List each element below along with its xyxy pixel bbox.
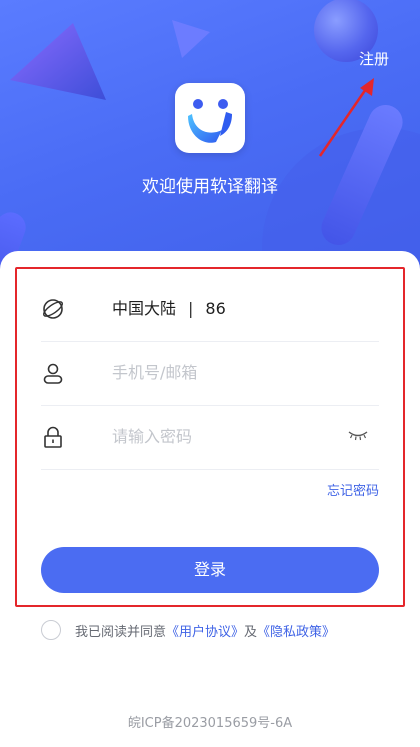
privacy-policy-link[interactable]: 《隐私政策》 <box>257 621 335 640</box>
agreement-row: 我已阅读并同意 《用户协议》 及 《隐私政策》 <box>41 618 335 642</box>
user-agreement-link[interactable]: 《用户协议》 <box>166 621 244 640</box>
agreement-and: 及 <box>244 624 258 640</box>
triangle-decoration <box>10 23 106 100</box>
lock-icon <box>44 426 62 448</box>
region-name: 中国大陆 <box>112 299 177 318</box>
region-code: 86 <box>205 299 226 318</box>
password-field[interactable]: 请输入密码 <box>41 405 379 470</box>
eye-closed-icon[interactable] <box>347 429 369 441</box>
agreement-checkbox[interactable] <box>41 620 61 640</box>
region-separator: | <box>188 299 194 318</box>
user-icon <box>43 363 63 384</box>
forgot-password-link[interactable]: 忘记密码 <box>327 480 379 499</box>
password-input[interactable]: 请输入密码 <box>112 405 192 469</box>
app-logo-icon <box>175 83 245 153</box>
phone-email-input[interactable]: 手机号/邮箱 <box>112 341 197 405</box>
login-button[interactable]: 登录 <box>41 547 379 593</box>
icp-footer: 皖ICP备2023015659号-6A <box>127 716 293 731</box>
register-link[interactable]: 注册 <box>359 48 389 69</box>
welcome-text: 欢迎使用软译翻译 <box>142 177 278 197</box>
small-triangle-decoration <box>172 20 210 58</box>
agreement-prefix: 我已阅读并同意 <box>75 624 167 640</box>
red-arrow-annotation <box>318 78 374 157</box>
globe-icon <box>43 299 63 319</box>
phone-email-field[interactable]: 手机号/邮箱 <box>41 341 379 406</box>
region-selector[interactable]: 中国大陆 | 86 <box>41 277 379 342</box>
